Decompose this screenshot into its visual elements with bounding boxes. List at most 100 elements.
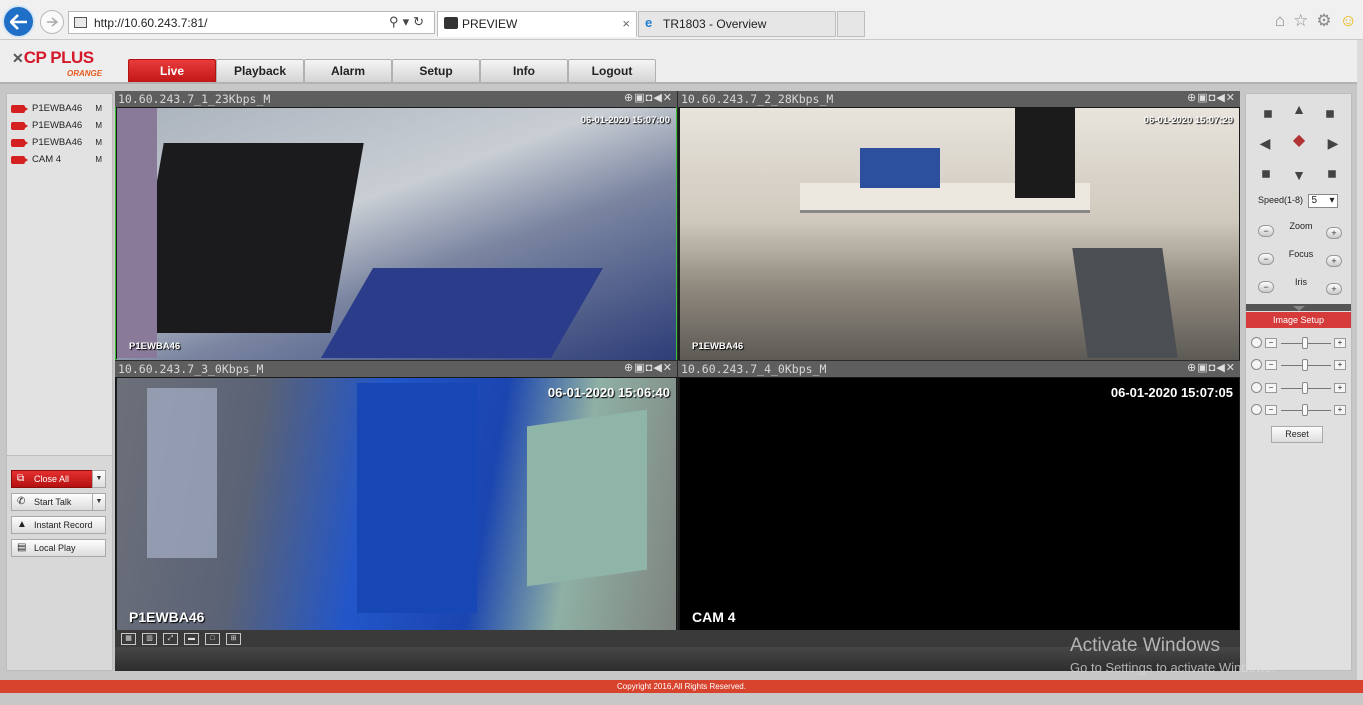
- ptz-up-right-icon[interactable]: ◆: [1321, 103, 1341, 123]
- close-all-dropdown[interactable]: ▼: [92, 470, 106, 488]
- start-talk-dropdown[interactable]: ▼: [92, 493, 106, 511]
- address-bar[interactable]: http://10.60.243.7:81/ ⚲▾↻: [68, 11, 435, 34]
- ratio-icon[interactable]: ▥: [142, 633, 157, 645]
- search-icon[interactable]: ⚲: [389, 14, 403, 29]
- ptz-center-icon[interactable]: ◆: [1292, 133, 1306, 149]
- page-scrollbar[interactable]: [1357, 40, 1363, 680]
- audio-icon[interactable]: ◀: [653, 362, 662, 374]
- audio-icon[interactable]: ◀: [1216, 362, 1225, 374]
- focus-plus-button[interactable]: +: [1326, 255, 1342, 267]
- snapshot-icon[interactable]: ▣: [1197, 92, 1208, 104]
- audio-icon[interactable]: ◀: [653, 92, 662, 104]
- menu-playback[interactable]: Playback: [216, 59, 304, 82]
- stream-type[interactable]: M: [95, 117, 102, 134]
- panel-collapse-divider[interactable]: [1246, 304, 1351, 311]
- close-icon[interactable]: ✕: [663, 92, 673, 104]
- video-feed[interactable]: 06-01-2020 15:06:40 P1EWBA46: [117, 378, 676, 630]
- contrast-plus[interactable]: +: [1334, 360, 1346, 370]
- close-all-button[interactable]: ⧉ Close All ▼: [11, 470, 106, 488]
- reset-button[interactable]: Reset: [1271, 426, 1323, 443]
- ptz-up-left-icon[interactable]: ◆: [1257, 103, 1277, 123]
- video-feed[interactable]: 06-01-2020 15:07:00 P1EWBA46: [117, 108, 676, 360]
- brightness-plus[interactable]: +: [1334, 338, 1346, 348]
- device-item[interactable]: P1EWBA46 M: [7, 100, 112, 117]
- zoom-icon[interactable]: ⊕: [624, 362, 634, 374]
- back-button[interactable]: [2, 5, 35, 38]
- speed-select[interactable]: 5: [1307, 194, 1338, 208]
- saturation-minus[interactable]: −: [1265, 383, 1277, 393]
- refresh-icon[interactable]: ↻: [413, 14, 428, 29]
- image-setup-header[interactable]: Image Setup: [1246, 312, 1351, 328]
- video-feed[interactable]: 06-01-2020 15:07:29 P1EWBA46: [680, 108, 1239, 360]
- video-feed[interactable]: 06-01-2020 15:07:05 CAM 4: [680, 378, 1239, 630]
- menu-alarm[interactable]: Alarm: [304, 59, 392, 82]
- stream-type[interactable]: M: [95, 151, 102, 168]
- instant-record-button[interactable]: ▲ Instant Record: [11, 516, 106, 534]
- contrast-minus[interactable]: −: [1265, 360, 1277, 370]
- device-item[interactable]: CAM 4 M: [7, 151, 112, 168]
- snapshot-icon[interactable]: ▣: [634, 362, 645, 374]
- brightness-slider[interactable]: [1302, 337, 1308, 349]
- device-item[interactable]: P1EWBA46 M: [7, 134, 112, 151]
- brightness-minus[interactable]: −: [1265, 338, 1277, 348]
- favorites-star-icon[interactable]: ☆: [1293, 11, 1308, 31]
- hd-mode-icon[interactable]: ▦: [121, 633, 136, 645]
- layout-1x1-icon[interactable]: ▬: [184, 633, 199, 645]
- new-tab-button[interactable]: [837, 11, 865, 37]
- forward-button[interactable]: [40, 10, 64, 34]
- hue-slider[interactable]: [1302, 404, 1308, 416]
- saturation-plus[interactable]: +: [1334, 383, 1346, 393]
- saturation-slider[interactable]: [1302, 382, 1308, 394]
- address-tools[interactable]: ⚲▾↻: [389, 14, 428, 30]
- iris-plus-button[interactable]: +: [1326, 283, 1342, 295]
- ptz-down-right-icon[interactable]: ◆: [1321, 163, 1341, 183]
- hue-minus[interactable]: −: [1265, 405, 1277, 415]
- ptz-right-icon[interactable]: ▶: [1326, 136, 1340, 150]
- menu-live[interactable]: Live: [128, 59, 216, 82]
- video-tile-4[interactable]: 10.60.243.7_4_0Kbps_M ⊕▣◘◀✕ 06-01-2020 1…: [678, 361, 1240, 630]
- ptz-down-icon[interactable]: ▼: [1292, 168, 1306, 182]
- audio-icon[interactable]: ◀: [1216, 92, 1225, 104]
- tab-preview[interactable]: PREVIEW ×: [437, 11, 637, 37]
- hue-plus[interactable]: +: [1334, 405, 1346, 415]
- close-tab-icon[interactable]: ×: [622, 16, 630, 31]
- zoom-icon[interactable]: ⊕: [624, 92, 634, 104]
- fullscreen-icon[interactable]: ⤢: [163, 633, 178, 645]
- menu-setup[interactable]: Setup: [392, 59, 480, 82]
- menu-logout[interactable]: Logout: [568, 59, 656, 82]
- contrast-slider[interactable]: [1302, 359, 1308, 371]
- zoom-minus-button[interactable]: −: [1258, 225, 1274, 237]
- close-icon[interactable]: ✕: [1226, 92, 1236, 104]
- address-url[interactable]: http://10.60.243.7:81/: [94, 16, 207, 30]
- zoom-row: − Zoom +: [1258, 221, 1342, 248]
- start-talk-button[interactable]: ✆ Start Talk ▼: [11, 493, 106, 511]
- snapshot-icon[interactable]: ▣: [634, 92, 645, 104]
- menu-info[interactable]: Info: [480, 59, 568, 82]
- zoom-plus-button[interactable]: +: [1326, 227, 1342, 239]
- dropdown-icon[interactable]: ▾: [403, 14, 414, 29]
- local-play-button[interactable]: ▤ Local Play: [11, 539, 106, 557]
- device-item[interactable]: P1EWBA46 M: [7, 117, 112, 134]
- stream-type[interactable]: M: [95, 100, 102, 117]
- video-tile-2[interactable]: 10.60.243.7_2_28Kbps_M ⊕▣◘◀✕ 06-01-2020 …: [678, 91, 1240, 360]
- layout-quad-icon[interactable]: ⊞: [226, 633, 241, 645]
- snapshot-icon[interactable]: ▣: [1197, 362, 1208, 374]
- focus-minus-button[interactable]: −: [1258, 253, 1274, 265]
- home-icon[interactable]: ⌂: [1275, 11, 1285, 31]
- tab-overview[interactable]: e TR1803 - Overview: [638, 11, 836, 37]
- ptz-down-left-icon[interactable]: ◆: [1257, 163, 1277, 183]
- stream-type[interactable]: M: [95, 134, 102, 151]
- layout-single-icon[interactable]: □: [205, 633, 220, 645]
- video-tile-1[interactable]: 10.60.243.7_1_23Kbps_M ⊕▣◘◀✕ 06-01-2020 …: [115, 91, 677, 360]
- close-icon[interactable]: ✕: [663, 362, 673, 374]
- zoom-icon[interactable]: ⊕: [1187, 362, 1197, 374]
- ptz-left-icon[interactable]: ◀: [1258, 136, 1272, 150]
- settings-gear-icon[interactable]: ⚙: [1316, 11, 1331, 31]
- zoom-icon[interactable]: ⊕: [1187, 92, 1197, 104]
- ptz-up-icon[interactable]: ▲: [1292, 102, 1306, 116]
- video-tile-3[interactable]: 10.60.243.7_3_0Kbps_M ⊕▣◘◀✕ 06-01-2020 1…: [115, 361, 677, 630]
- iris-minus-button[interactable]: −: [1258, 281, 1274, 293]
- smiley-feedback-icon[interactable]: ☺: [1340, 11, 1357, 31]
- logo-subtext: ORANGE: [67, 69, 103, 78]
- close-icon[interactable]: ✕: [1226, 362, 1236, 374]
